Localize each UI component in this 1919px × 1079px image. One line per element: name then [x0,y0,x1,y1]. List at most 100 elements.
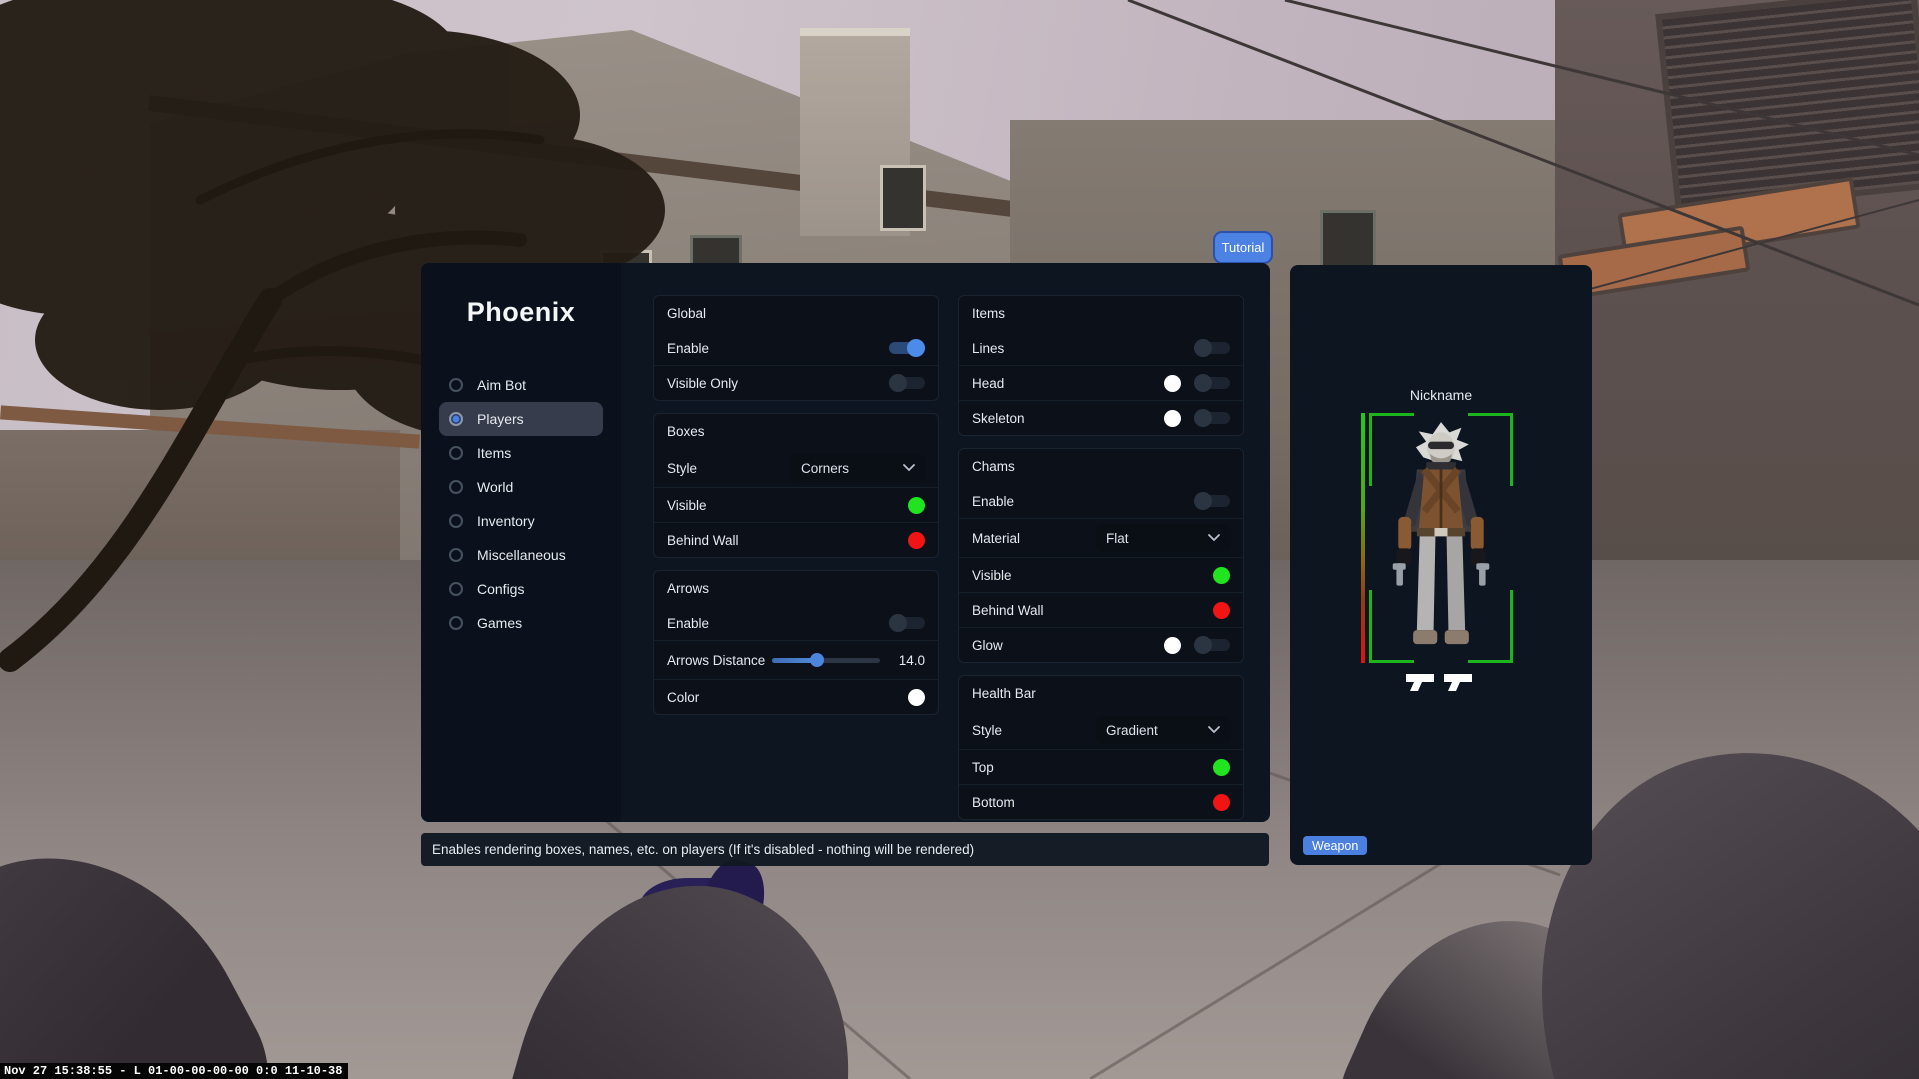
global-enable-toggle[interactable] [889,342,925,354]
sidebar-item-label: Players [477,411,524,427]
section-header: Boxes [654,414,938,449]
skeleton-color-swatch[interactable] [1164,410,1181,427]
setting-row: Visible Only [654,365,938,400]
head-toggle[interactable] [1194,377,1230,389]
section-header: Chams [959,449,1243,484]
sidebar-item-aim-bot[interactable]: Aim Bot [439,368,603,402]
radio-icon [449,412,463,426]
glow-toggle[interactable] [1194,639,1230,651]
section-header: Health Bar [959,676,1243,711]
setting-row: Glow [959,627,1243,662]
section-health-bar: Health Bar Style Gradient Top Bottom [958,675,1244,820]
radio-icon [449,446,463,460]
boxes-visible-color-swatch[interactable] [908,497,925,514]
chams-enable-toggle[interactable] [1194,495,1230,507]
section-global: Global Enable Visible Only [653,295,939,401]
setting-row: Visible [654,487,938,522]
items-lines-toggle[interactable] [1194,342,1230,354]
sidebar-item-label: Items [477,445,511,461]
section-arrows: Arrows Enable Arrows Distance 14.0 [653,570,939,715]
weapon-button[interactable]: Weapon [1303,836,1367,855]
arrows-enable-toggle[interactable] [889,617,925,629]
glow-color-swatch[interactable] [1164,637,1181,654]
setting-row: Skeleton [959,400,1243,435]
sidebar-item-label: Games [477,615,522,631]
setting-label: Style [667,461,697,476]
setting-label: Visible [972,568,1012,583]
visible-only-toggle[interactable] [889,377,925,389]
chams-material-dropdown[interactable]: Flat [1096,524,1230,552]
setting-row: Visible [959,557,1243,592]
pistol-icons [1405,671,1477,693]
setting-label: Style [972,723,1002,738]
sidebar-item-items[interactable]: Items [439,436,603,470]
health-bar-style-dropdown[interactable]: Gradient [1096,716,1230,744]
toggle-knob [889,374,907,392]
demo-timestamp: Nov 27 15:38:55 - L 01-00-00-00-00 0:0 1… [0,1063,348,1079]
section-header: Global [654,296,938,331]
cheat-menu-window: Phoenix Aim Bot Players Items World Inve… [421,263,1270,822]
section-boxes: Boxes Style Corners Visible Behind Wall [653,413,939,558]
sidebar-nav: Aim Bot Players Items World Inventory Mi… [421,368,621,640]
toggle-knob [1194,374,1212,392]
setting-row: Enable [654,606,938,640]
dropdown-value: Corners [801,461,849,476]
player-preview-panel: Nickname [1290,265,1592,865]
setting-row: Style Corners [654,449,938,487]
chevron-down-icon [903,464,915,472]
menu-sidebar: Phoenix Aim Bot Players Items World Inve… [421,263,621,822]
health-gradient-bar [1361,413,1365,663]
setting-row: Top [959,749,1243,784]
sidebar-item-miscellaneous[interactable]: Miscellaneous [439,538,603,572]
chams-visible-color-swatch[interactable] [1213,567,1230,584]
health-bar-bottom-color-swatch[interactable] [1213,794,1230,811]
sidebar-item-configs[interactable]: Configs [439,572,603,606]
setting-row: Color [654,679,938,714]
setting-label: Visible Only [667,376,738,391]
dropdown-value: Flat [1106,531,1129,546]
radio-icon [449,582,463,596]
slider-knob[interactable] [810,653,824,667]
head-color-swatch[interactable] [1164,375,1181,392]
preview-nickname: Nickname [1290,387,1592,403]
setting-label: Bottom [972,795,1015,810]
sidebar-item-label: Aim Bot [477,377,526,393]
arrows-distance-slider[interactable] [772,658,880,663]
menu-title: Phoenix [421,297,621,328]
tutorial-button[interactable]: Tutorial [1213,231,1273,264]
chevron-down-icon [1208,534,1220,542]
setting-label: Behind Wall [667,533,739,548]
sidebar-item-games[interactable]: Games [439,606,603,640]
setting-label: Color [667,690,699,705]
setting-row: Enable [654,331,938,365]
radio-icon [449,616,463,630]
radio-icon [449,378,463,392]
skeleton-toggle[interactable] [1194,412,1230,424]
chevron-down-icon [1208,726,1220,734]
setting-label: Top [972,760,994,775]
health-bar-top-color-swatch[interactable] [1213,759,1230,776]
setting-row: Behind Wall [959,592,1243,627]
toggle-knob [1194,492,1212,510]
setting-row: Enable [959,484,1243,518]
radio-icon [449,480,463,494]
sidebar-item-players[interactable]: Players [439,402,603,436]
section-header: Arrows [654,571,938,606]
sidebar-item-inventory[interactable]: Inventory [439,504,603,538]
sidebar-item-label: Miscellaneous [477,547,566,563]
arrows-color-swatch[interactable] [908,689,925,706]
boxes-style-dropdown[interactable]: Corners [791,454,925,482]
setting-label: Enable [667,616,709,631]
section-header: Items [959,296,1243,331]
setting-row: Arrows Distance 14.0 [654,640,938,679]
chams-behind-wall-color-swatch[interactable] [1213,602,1230,619]
setting-row: Material Flat [959,518,1243,557]
toggle-knob [1194,339,1212,357]
setting-label: Enable [667,341,709,356]
section-chams: Chams Enable Material Flat Visible [958,448,1244,663]
radio-icon [449,514,463,528]
toggle-knob [1194,636,1212,654]
sidebar-item-world[interactable]: World [439,470,603,504]
boxes-behind-wall-color-swatch[interactable] [908,532,925,549]
setting-row: Bottom [959,784,1243,819]
